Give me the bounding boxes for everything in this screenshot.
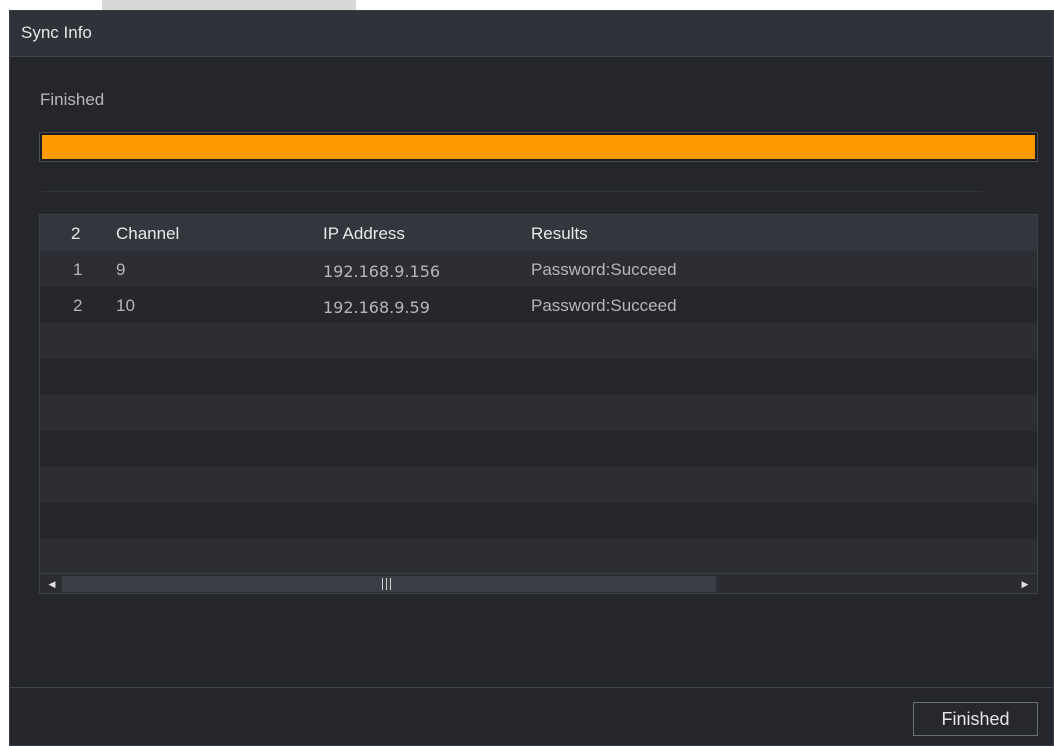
table-row[interactable]: 1 9 192.168.9.156 Password:Succeed: [40, 251, 1037, 287]
triangle-right-icon[interactable]: ▶: [1016, 576, 1034, 592]
empty-table-row: [40, 359, 1037, 395]
row-channel: 10: [116, 296, 135, 315]
column-header-count: 2: [71, 224, 81, 243]
scrollbar-thumb[interactable]: [62, 576, 716, 592]
empty-table-row: [40, 467, 1037, 503]
empty-table-row: [40, 503, 1037, 539]
sync-info-dialog: Sync Info Finished 2 Channel IP Address …: [9, 10, 1054, 746]
row-ip-address: 192.168.9.156: [323, 262, 441, 281]
table-body: 1 9 192.168.9.156 Password:Succeed 2 10 …: [40, 251, 1037, 575]
column-header-results[interactable]: Results: [531, 224, 588, 244]
column-header-ip-address[interactable]: IP Address: [323, 224, 405, 244]
top-strip: [0, 0, 1054, 10]
triangle-left-icon[interactable]: ◀: [43, 576, 61, 592]
horizontal-scrollbar[interactable]: ◀ ▶: [40, 573, 1037, 593]
finished-button[interactable]: Finished: [913, 702, 1038, 736]
row-result: Password:Succeed: [531, 296, 677, 315]
empty-table-row: [40, 539, 1037, 575]
row-ip-address: 192.168.9.59: [323, 298, 430, 317]
dialog-title: Sync Info: [21, 23, 92, 42]
empty-table-row: [40, 395, 1037, 431]
progress-fill: [42, 135, 1035, 159]
row-index: 1: [73, 260, 83, 279]
column-header-channel[interactable]: Channel: [116, 224, 179, 244]
divider: [41, 191, 983, 192]
results-table: 2 Channel IP Address Results 1 9 192.168…: [39, 214, 1038, 594]
empty-table-row: [40, 323, 1037, 359]
grip-lines-icon: [380, 578, 396, 590]
table-header: 2 Channel IP Address Results: [40, 215, 1037, 251]
title-bar: Sync Info: [10, 11, 1053, 57]
row-result: Password:Succeed: [531, 260, 677, 279]
sync-status-text: Finished: [40, 90, 105, 109]
row-index: 2: [73, 296, 83, 315]
footer-divider: [10, 687, 1053, 688]
top-strip-chip: [102, 0, 356, 10]
sync-progress-bar: [39, 132, 1038, 162]
empty-table-row: [40, 431, 1037, 467]
row-channel: 9: [116, 260, 126, 279]
table-row[interactable]: 2 10 192.168.9.59 Password:Succeed: [40, 287, 1037, 323]
